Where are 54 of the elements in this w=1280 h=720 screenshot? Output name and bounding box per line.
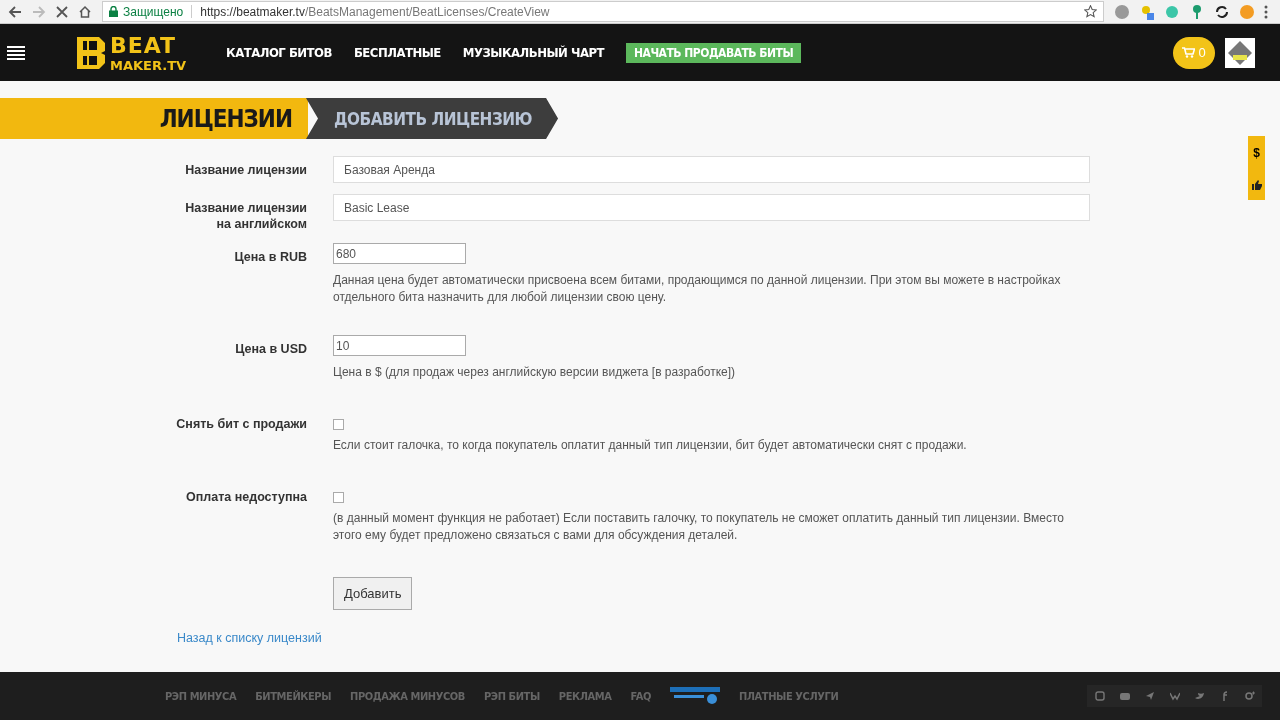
nav-link[interactable]: КАТАЛОГ БИТОВ xyxy=(226,45,332,60)
home-icon[interactable] xyxy=(78,4,92,19)
breadcrumb-current[interactable]: ЛИЦЕНЗИИ xyxy=(0,98,308,139)
extension-icon[interactable] xyxy=(1164,3,1180,20)
thumbs-up-icon xyxy=(1250,178,1263,191)
logo-text: MAKER.TV xyxy=(110,57,187,73)
field-label: Оплата недоступна xyxy=(185,489,308,506)
checkbox[interactable] xyxy=(333,492,344,503)
extension-icon[interactable] xyxy=(1114,3,1130,20)
text-input[interactable]: Базовая Аренда xyxy=(333,156,1090,183)
breadcrumb-item: ДОБАВИТЬ ЛИЦЕНЗИЮ xyxy=(306,98,559,139)
price-input[interactable]: 10 xyxy=(333,335,466,356)
text-input[interactable]: Basic Lease xyxy=(333,194,1090,221)
price-input[interactable]: 680 xyxy=(333,243,466,264)
checkbox[interactable] xyxy=(333,419,344,430)
field-label: Цена в USD xyxy=(234,341,308,358)
lock-icon xyxy=(109,6,118,17)
help-text: Если стоит галочка, то когда покупатель оплатит данный тип лицензии, бит будет автоматически снят с продажи. xyxy=(333,437,968,454)
social-icon xyxy=(1244,691,1255,701)
social-icon xyxy=(1144,691,1155,701)
field-label: Название лицензии на английском xyxy=(184,200,308,232)
nav-link[interactable]: БЕСПЛАТНЫЕ xyxy=(353,45,441,60)
social-icon xyxy=(1169,691,1180,701)
add-button[interactable]: Добавить xyxy=(333,577,413,610)
logo[interactable]: BEAT MAKER.TV xyxy=(77,32,187,73)
url-text: https://beatmaker.tv/BeatsManagement/BeatLicenses/CreateView xyxy=(200,4,550,19)
side-tab[interactable]: $ xyxy=(1248,136,1265,200)
help-text: Цена в $ (для продаж через английскую версии виджета [в разработке]) xyxy=(333,364,737,381)
bookmark-star-icon[interactable] xyxy=(1084,5,1097,18)
social-icon xyxy=(1194,691,1205,701)
help-text: (в данный момент функция не работает) Если поставить галочку, то покупатель не сможет оплатить данный тип лицензии. Вместо этого ему будет предложено связаться с вами для обсуждения деталей. xyxy=(333,510,1065,544)
logo-text: BEAT xyxy=(110,32,178,58)
menu-icon[interactable] xyxy=(1264,4,1268,19)
sync-icon[interactable] xyxy=(1214,3,1230,20)
extension-icon[interactable] xyxy=(1239,3,1255,20)
back-link[interactable]: Назад к списку лицензий xyxy=(177,631,322,645)
field-label: Цена в RUB xyxy=(233,249,308,266)
webmoney-badge-icon[interactable] xyxy=(669,687,720,705)
logo-mark-icon xyxy=(77,36,107,69)
social-icon xyxy=(1119,691,1130,701)
cart-icon xyxy=(1182,47,1196,58)
field-label: Название лицензии xyxy=(184,162,308,179)
social-icon xyxy=(1094,691,1105,701)
address-bar[interactable]: Защищено https://beatmaker.tv/BeatsManagement/BeatLicenses/CreateView xyxy=(102,1,1104,22)
help-text: Данная цена будет автоматически присвоена всем битами, продающимся по данной лицензии. При этом вы можете в настройках отдельного бита назначить для любой лицензии свою цену. xyxy=(333,272,1062,306)
extension-icon[interactable] xyxy=(1139,3,1155,20)
dollar-sign: $ xyxy=(1253,145,1260,160)
back-icon[interactable] xyxy=(8,4,22,19)
stop-icon[interactable] xyxy=(56,5,68,18)
avatar[interactable] xyxy=(1225,37,1255,68)
field-label: Снять бит с продажи xyxy=(175,416,308,433)
nav-link[interactable]: МУЗЫКАЛЬНЫЙ ЧАРТ xyxy=(462,45,604,60)
menu-icon[interactable] xyxy=(7,45,25,60)
security-label: Защищено xyxy=(123,4,184,19)
